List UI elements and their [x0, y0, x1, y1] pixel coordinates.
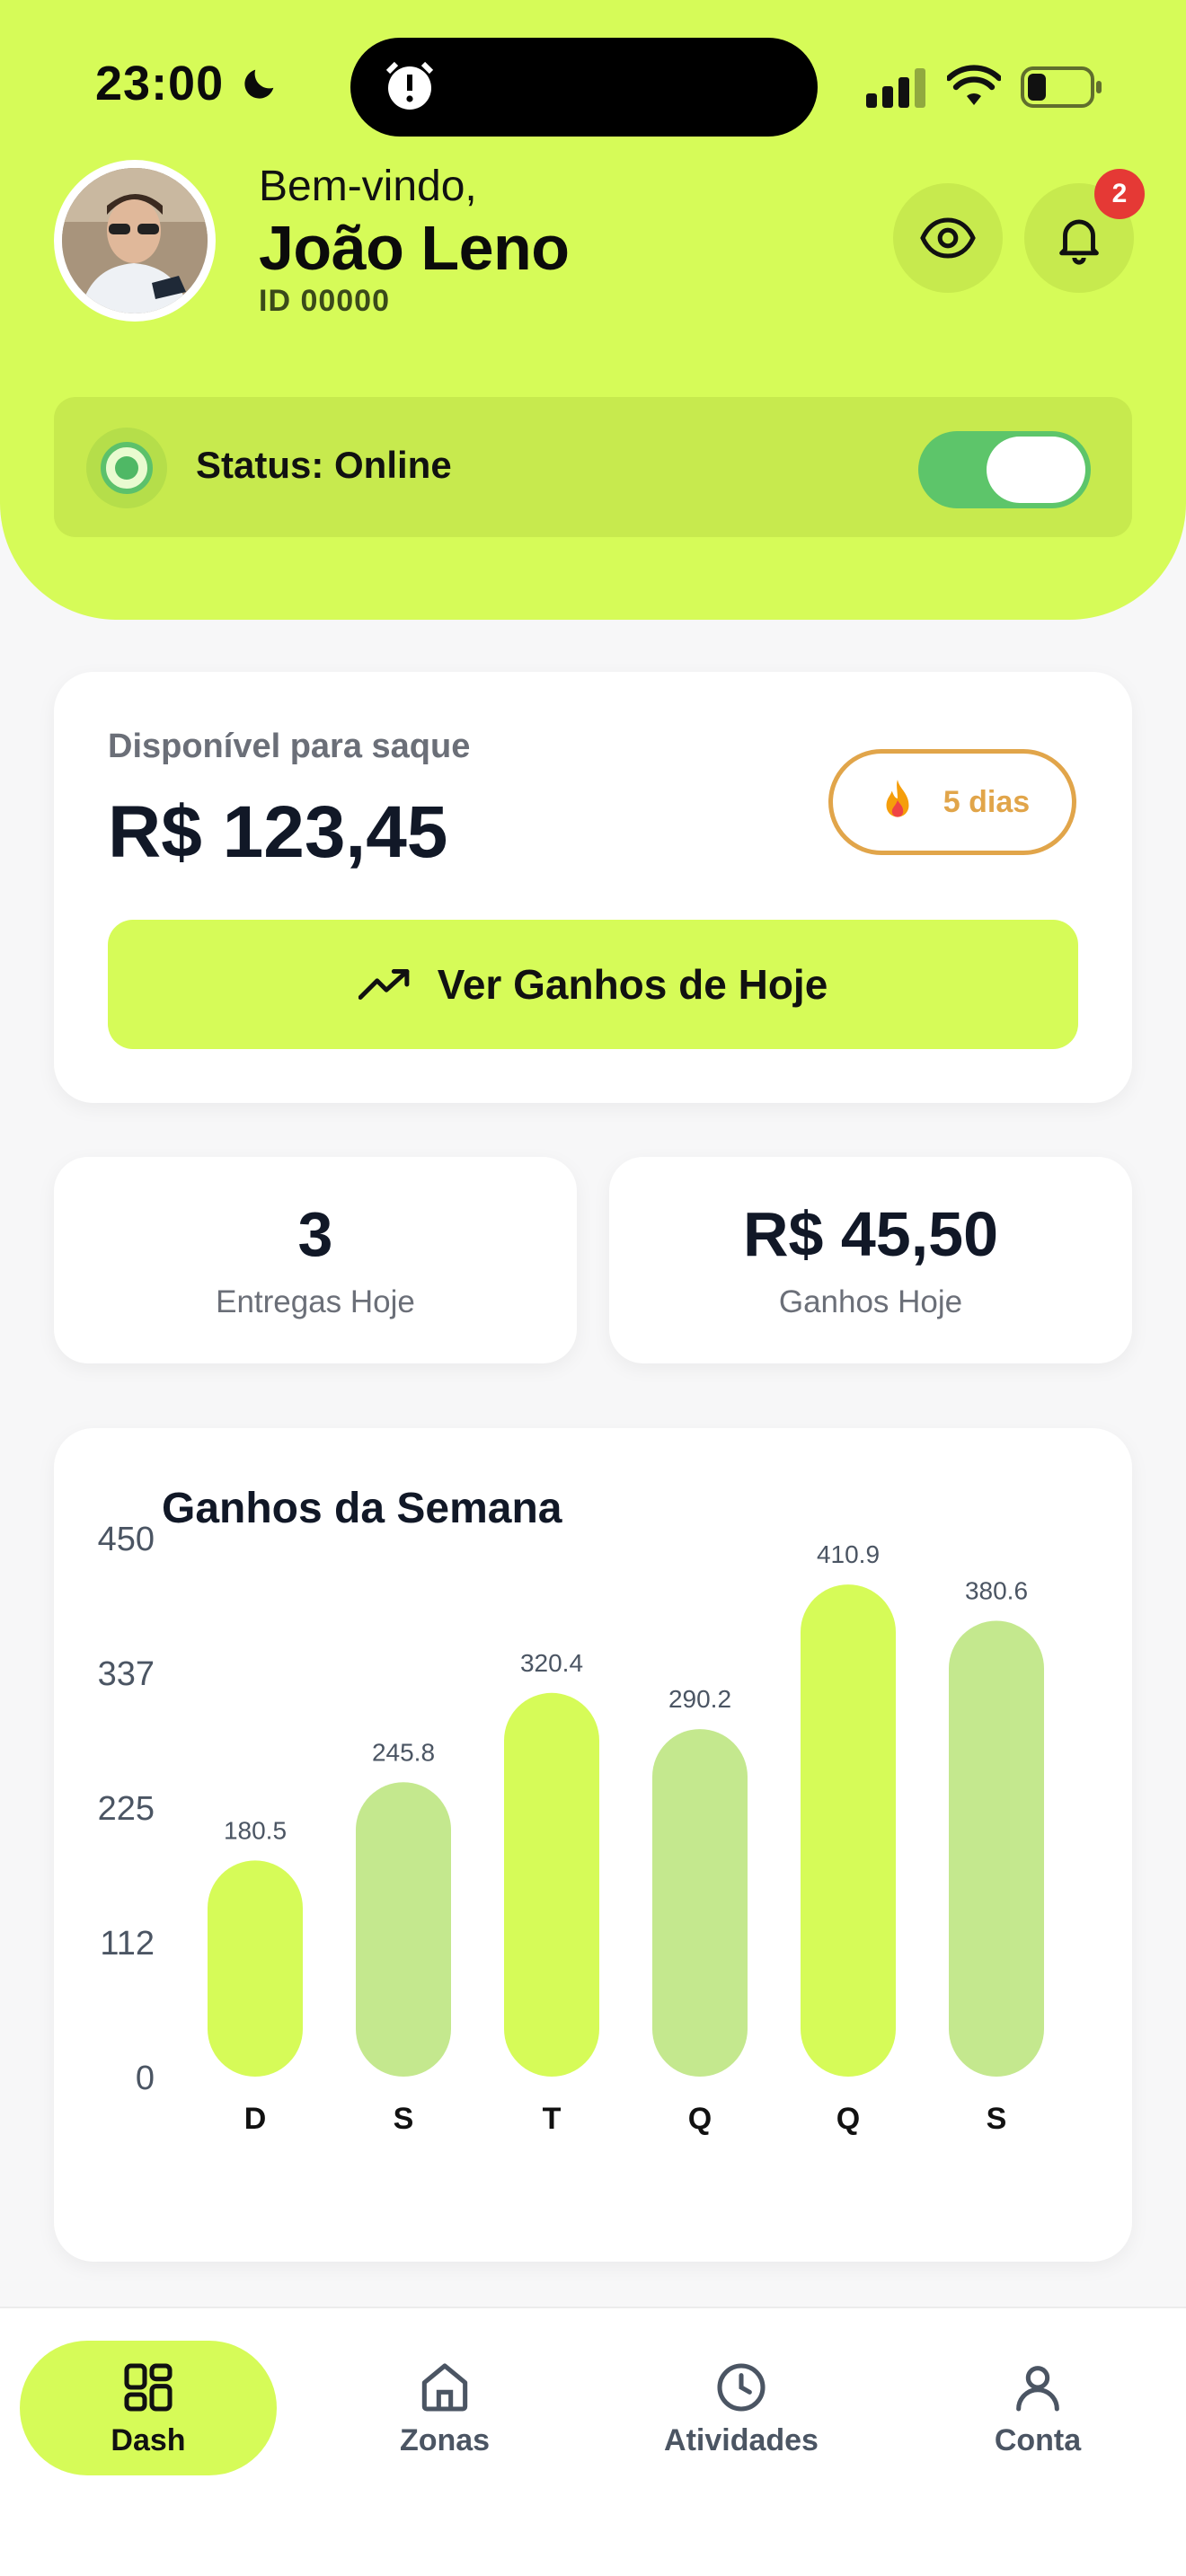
- chart-bar[interactable]: [504, 1692, 599, 2077]
- status-label: Status: Online: [196, 444, 452, 486]
- x-category-label: Q: [688, 2102, 712, 2136]
- balance-card: Disponível para saque R$ 123,45 5 dias V…: [54, 672, 1132, 1103]
- battery-icon: [1021, 66, 1102, 108]
- earnings-value: R$ 45,50: [742, 1199, 999, 1269]
- chart-bar[interactable]: [356, 1782, 451, 2077]
- nav-zonas[interactable]: Zonas: [316, 2341, 573, 2475]
- bottom-navigation: Dash Zonas Atividades Conta: [0, 2307, 1186, 2576]
- notification-badge: 2: [1094, 169, 1145, 219]
- alert-icon: [385, 61, 434, 110]
- nav-label: Dash: [111, 2422, 186, 2457]
- online-status-panel: Status: Online: [54, 397, 1132, 537]
- trending-up-icon: [358, 969, 410, 1000]
- x-category-label: S: [394, 2102, 414, 2136]
- home-icon: [421, 2362, 468, 2412]
- bar-value-label: 320.4: [520, 1649, 583, 1677]
- grid-icon: [124, 2362, 173, 2412]
- bar-value-label: 380.6: [965, 1577, 1028, 1605]
- bar-value-label: 410.9: [817, 1540, 880, 1568]
- chart-bar[interactable]: [801, 1584, 896, 2077]
- clock-icon: [717, 2362, 766, 2412]
- toggle-knob: [987, 437, 1085, 503]
- avatar-photo: [62, 168, 208, 313]
- bar-value-label: 290.2: [668, 1685, 731, 1713]
- online-toggle[interactable]: [918, 431, 1091, 508]
- header: 23:00 Bem-vindo, João Leno ID 00000 2 St…: [0, 0, 1186, 620]
- user-id: ID 00000: [259, 284, 390, 318]
- view-today-earnings-button[interactable]: Ver Ganhos de Hoje: [108, 920, 1078, 1049]
- nav-atividades[interactable]: Atividades: [613, 2341, 870, 2475]
- nav-dash[interactable]: Dash: [20, 2341, 277, 2475]
- greeting: Bem-vindo,: [259, 163, 477, 210]
- streak-badge[interactable]: 5 dias: [828, 749, 1076, 855]
- eye-icon: [920, 217, 976, 259]
- dynamic-island: [350, 38, 818, 137]
- y-tick-label: 450: [98, 1521, 155, 1558]
- cta-label: Ver Ganhos de Hoje: [437, 961, 828, 1008]
- earnings-label: Ganhos Hoje: [778, 1284, 963, 1319]
- x-category-label: T: [543, 2102, 562, 2136]
- toggle-visibility-button[interactable]: [893, 183, 1003, 293]
- status-time: 23:00: [95, 57, 225, 110]
- nav-label: Conta: [994, 2422, 1082, 2457]
- bar-value-label: 245.8: [372, 1738, 435, 1766]
- app-screen: 23:00 Bem-vindo, João Leno ID 00000 2 St…: [0, 0, 1186, 2576]
- chart-bar[interactable]: [949, 1620, 1044, 2077]
- wifi-icon: [947, 65, 1001, 105]
- x-category-label: Q: [836, 2102, 860, 2136]
- x-category-label: D: [244, 2102, 267, 2136]
- avatar[interactable]: [54, 160, 216, 322]
- signal-icon: [866, 68, 925, 108]
- nav-conta[interactable]: Conta: [909, 2341, 1166, 2475]
- earnings-today-card: R$ 45,50 Ganhos Hoje: [609, 1157, 1132, 1363]
- chart-bar[interactable]: [652, 1729, 748, 2077]
- deliveries-value: 3: [297, 1199, 333, 1269]
- online-indicator-icon: [86, 428, 167, 508]
- deliveries-label: Entregas Hoje: [216, 1284, 415, 1319]
- nav-label: Atividades: [664, 2422, 819, 2457]
- nav-label: Zonas: [399, 2422, 491, 2457]
- deliveries-today-card: 3 Entregas Hoje: [54, 1157, 577, 1363]
- balance-value: R$ 123,45: [108, 791, 448, 873]
- balance-label: Disponível para saque: [108, 728, 471, 765]
- moon-icon: [244, 69, 274, 99]
- chart-bar[interactable]: [208, 1860, 303, 2077]
- weekly-earnings-chart: 450 337 225 112 0 180.5 D 245.8 S 320.4 T 290.2 Q 410…: [98, 1521, 1044, 2136]
- y-tick-label: 337: [98, 1655, 155, 1693]
- person-photo-icon: [62, 168, 208, 313]
- x-category-label: S: [987, 2102, 1007, 2136]
- user-icon: [1016, 2365, 1059, 2412]
- fire-icon: [886, 780, 909, 817]
- y-tick-label: 0: [136, 2060, 155, 2097]
- bar-value-label: 180.5: [224, 1816, 287, 1844]
- bell-icon: [1059, 219, 1099, 265]
- user-name: João Leno: [259, 213, 570, 283]
- weekly-earnings-card: Ganhos da Semana 450 337 225 112 0 180.5 D 245.…: [54, 1428, 1132, 2262]
- y-tick-label: 225: [98, 1790, 155, 1828]
- streak-label: 5 dias: [943, 784, 1031, 819]
- y-tick-label: 112: [100, 1925, 155, 1963]
